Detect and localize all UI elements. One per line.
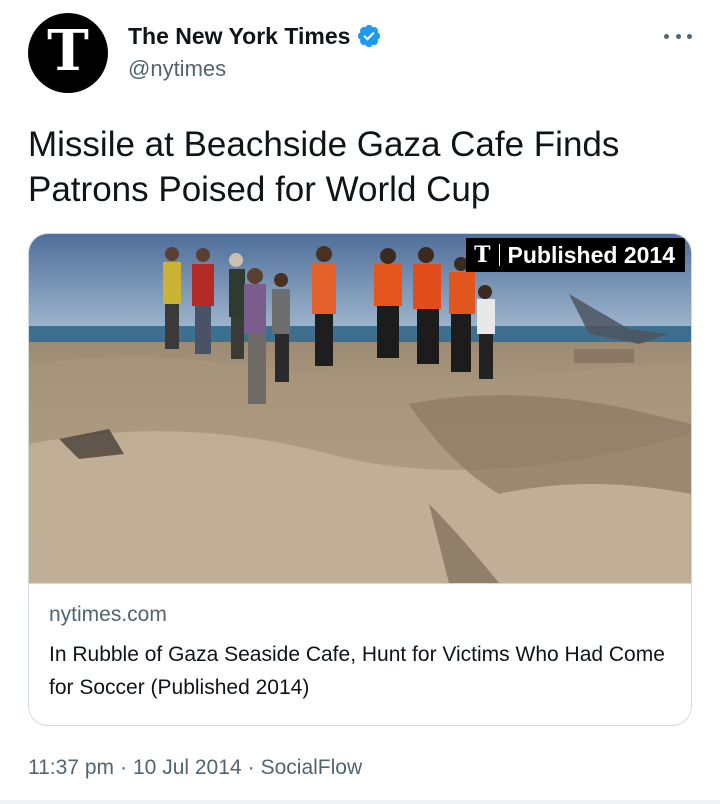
published-badge: T Published 2014 [466, 238, 685, 272]
tweet-text: Missile at Beachside Gaza Cafe Finds Pat… [28, 125, 620, 209]
tweet-date[interactable]: 10 Jul 2014 [133, 756, 242, 779]
separator: · [247, 756, 255, 779]
more-options-icon[interactable] [664, 22, 692, 50]
avatar[interactable]: T [28, 13, 108, 93]
card-image[interactable]: T Published 2014 [29, 234, 691, 583]
tweet-source[interactable]: SocialFlow [261, 756, 363, 779]
badge-divider [498, 244, 500, 266]
verified-badge-icon [358, 24, 381, 48]
published-label: Published 2014 [507, 241, 675, 268]
tweet-time[interactable]: 11:37 pm [28, 756, 114, 779]
author-name-row[interactable]: The New York Times [128, 20, 382, 52]
more-dot [687, 33, 692, 39]
display-name[interactable]: The New York Times [128, 23, 350, 50]
tweet-timestamp[interactable]: 11:37 pm · 10 Jul 2014 · SocialFlow [28, 756, 362, 780]
link-card[interactable]: T Published 2014 nytimes.com In Rubble o… [28, 233, 692, 726]
card-meta[interactable]: nytimes.com In Rubble of Gaza Seaside Ca… [29, 583, 691, 704]
divider [0, 800, 720, 804]
more-dot [664, 33, 669, 39]
author-handle[interactable]: @nytimes [128, 56, 226, 82]
nyt-logo-icon: T [47, 18, 89, 84]
card-domain: nytimes.com [49, 603, 167, 626]
nyt-logo-icon: T [474, 242, 491, 268]
card-title: In Rubble of Gaza Seaside Cafe, Hunt for… [49, 643, 665, 699]
more-dot [675, 33, 681, 39]
news-photo [29, 234, 691, 583]
separator: · [120, 756, 127, 779]
